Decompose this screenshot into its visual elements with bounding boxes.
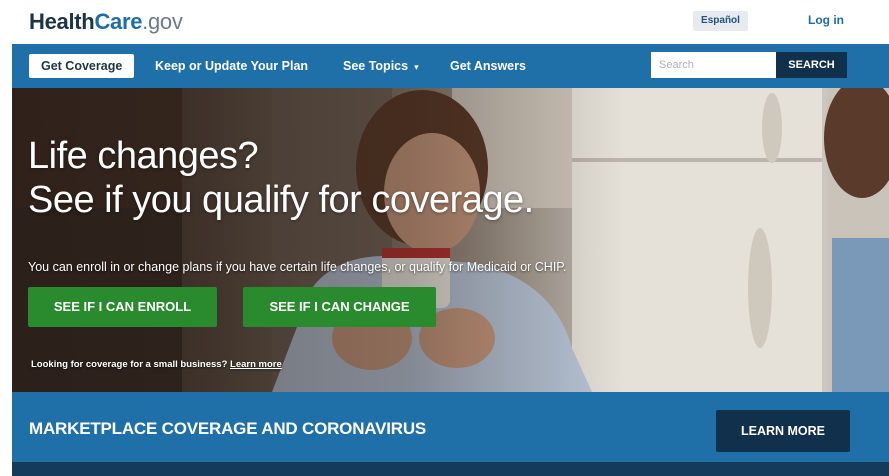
learn-more-button[interactable]: LEARN MORE (716, 410, 850, 452)
main-nav: Get Coverage Keep or Update Your Plan Se… (12, 44, 889, 88)
hero-section: Life changes? See if you qualify for cov… (12, 88, 889, 392)
banner-title: MARKETPLACE COVERAGE AND CORONAVIRUS (29, 419, 427, 438)
nav-get-coverage[interactable]: Get Coverage (29, 54, 135, 78)
coronavirus-banner: MARKETPLACE COVERAGE AND CORONAVIRUS LEA… (12, 392, 889, 462)
search-input[interactable] (651, 52, 776, 78)
hero-headline-line1: Life changes? (28, 135, 259, 177)
small-business-text: Looking for coverage for a small busines… (31, 359, 228, 370)
chevron-down-icon: ▾ (414, 62, 419, 72)
see-if-i-can-change-button[interactable]: SEE IF I CAN CHANGE (243, 287, 436, 327)
nav-see-topics[interactable]: See Topics ▾ (343, 54, 419, 78)
small-business-learn-more-link[interactable]: Learn more (230, 359, 282, 370)
hero-headline-line2: See if you qualify for coverage. (28, 179, 534, 221)
hero-headline: Life changes? See if you qualify for cov… (28, 134, 534, 222)
login-link[interactable]: Log in (808, 13, 844, 27)
healthcare-gov-logo[interactable]: HealthCare.gov (29, 9, 183, 35)
site-header: HealthCare.gov Español Log in (0, 0, 889, 44)
nav-get-answers[interactable]: Get Answers (450, 54, 526, 78)
search-button[interactable]: SEARCH (776, 52, 847, 78)
nav-see-topics-label: See Topics (343, 59, 409, 73)
hero-subtext: You can enroll in or change plans if you… (28, 260, 567, 274)
footer-strip (12, 462, 889, 476)
see-if-i-can-enroll-button[interactable]: SEE IF I CAN ENROLL (28, 287, 217, 327)
nav-keep-or-update-plan[interactable]: Keep or Update Your Plan (155, 54, 308, 78)
small-business-note: Looking for coverage for a small busines… (31, 359, 282, 370)
language-toggle-button[interactable]: Español (693, 11, 748, 31)
